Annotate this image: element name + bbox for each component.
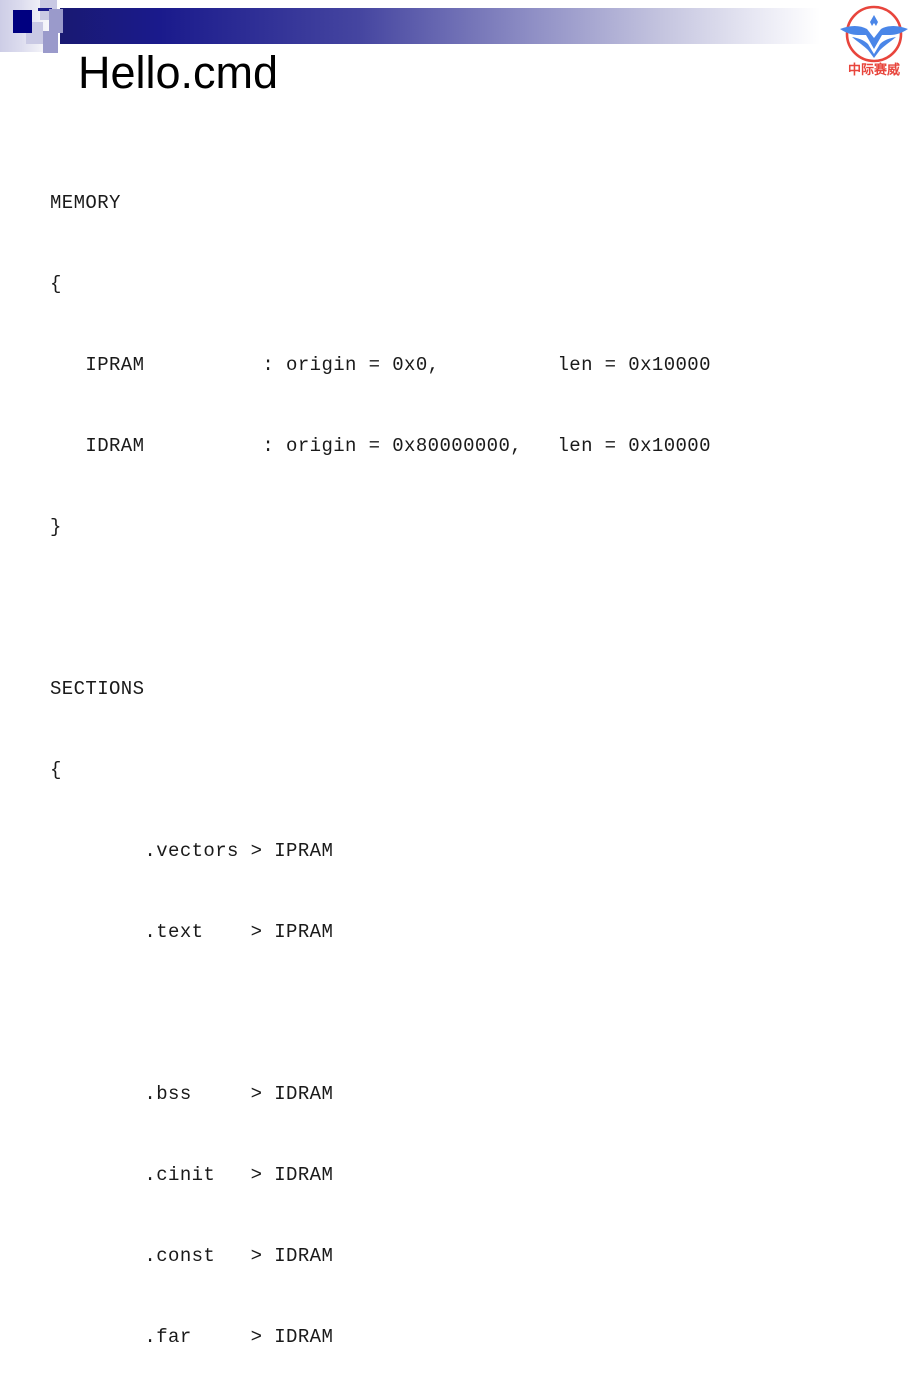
code-line: .cinit > IDRAM [50,1164,334,1186]
company-logo-text: 中际赛威 [848,62,900,78]
code-line: .text > IPRAM [50,921,334,943]
header-decoration-square-mid-bottom [43,31,58,53]
header-gradient-bar [52,8,820,44]
code-line: IPRAM : origin = 0x0, len = 0x10000 [50,354,711,376]
code-line: .vectors > IPRAM [50,840,334,862]
code-listing: MEMORY { IPRAM : origin = 0x0, len = 0x1… [50,136,711,1380]
code-line: .const > IDRAM [50,1245,334,1267]
code-line: .bss > IDRAM [50,1083,334,1105]
code-line: IDRAM : origin = 0x80000000, len = 0x100… [50,435,711,457]
header-decoration-square-dark [13,10,32,33]
code-line: { [50,759,62,781]
header-decoration-square-mid-top [49,9,63,33]
company-logo: 中际赛威 [832,2,916,86]
page-title: Hello.cmd [78,47,279,98]
code-line: .far > IDRAM [50,1326,334,1348]
code-line: { [50,273,62,295]
slide-header-band [0,0,920,53]
company-logo-icon: 中际赛威 [840,5,908,78]
code-line: MEMORY [50,192,121,214]
code-line: } [50,516,62,538]
